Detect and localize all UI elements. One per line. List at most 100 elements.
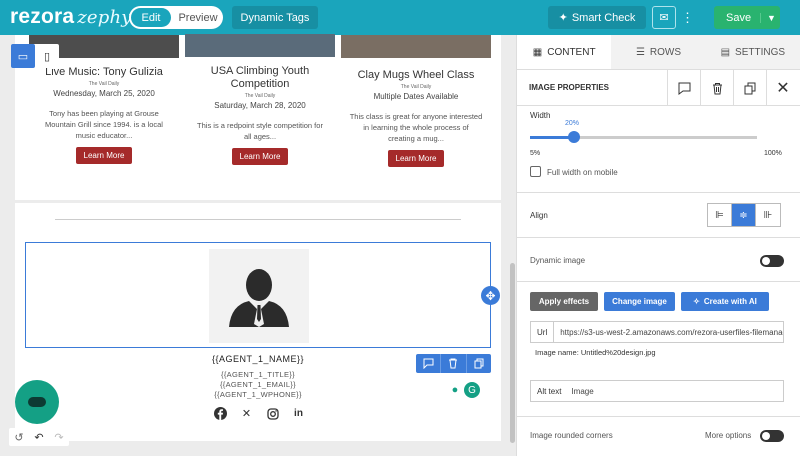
dynamic-image-label: Dynamic image	[530, 256, 586, 265]
undo-icon[interactable]: ↶	[29, 428, 49, 446]
chat-support-button[interactable]	[15, 380, 59, 424]
mail-icon[interactable]: ✉	[652, 6, 676, 29]
agent-phone: {{AGENT_1_WPHONE}}	[214, 390, 302, 399]
instagram-icon[interactable]	[266, 407, 279, 420]
desktop-icon[interactable]: ▭	[11, 44, 35, 68]
canvas-scrollbar[interactable]	[510, 263, 515, 443]
facebook-icon[interactable]	[214, 407, 227, 420]
url-label: Url	[531, 322, 555, 342]
redo-icon[interactable]: ↷	[49, 428, 69, 446]
event-title: USA Climbing Youth Competition	[210, 65, 310, 90]
history-controls: ↺ ↶ ↷	[9, 428, 69, 446]
divider	[517, 281, 800, 282]
save-button[interactable]: Save ▼	[714, 6, 780, 29]
top-bar: rezora zephyr Edit Preview Dynamic Tags ✦…	[0, 0, 800, 35]
image-name: Image name: Untitled%20design.jpg	[535, 348, 656, 357]
learn-more-button[interactable]: Learn More	[231, 148, 289, 165]
dynamic-tags-button[interactable]: Dynamic Tags	[232, 6, 318, 29]
tab-rows[interactable]: ☰ ROWS	[611, 35, 705, 69]
image-properties-header: IMAGE PROPERTIES ✕	[517, 70, 800, 106]
chevron-down-icon[interactable]: ▼	[760, 12, 776, 23]
full-width-mobile-label: Full width on mobile	[547, 168, 618, 177]
dynamic-image-toggle[interactable]	[760, 255, 784, 267]
width-slider[interactable]	[530, 136, 757, 139]
learn-more-button[interactable]: Learn More	[75, 147, 133, 164]
alt-text-label: Alt text	[537, 386, 562, 396]
event-card: Clay Mugs Wheel Class The Vail Daily Mul…	[341, 35, 491, 167]
logo: rezora zephyr	[10, 5, 140, 29]
alt-text-field[interactable]: Alt text Image	[530, 380, 784, 402]
trash-icon[interactable]	[700, 70, 733, 106]
smart-check-button[interactable]: ✦ Smart Check	[548, 6, 646, 29]
width-value: 20%	[565, 120, 580, 127]
move-icon[interactable]: ✥	[481, 286, 500, 305]
preview-button[interactable]: Preview	[173, 6, 223, 29]
history-icon[interactable]: ↺	[9, 428, 29, 446]
panel-tabs: ▦ CONTENT ☰ ROWS ▤ SETTINGS	[517, 35, 800, 70]
agent-email: {{AGENT_1_EMAIL}}	[220, 380, 296, 389]
tab-label: CONTENT	[547, 46, 596, 58]
min-label: 5%	[530, 150, 541, 157]
duplicate-icon[interactable]	[733, 70, 766, 106]
event-source: The Vail Daily	[244, 93, 276, 99]
more-options-toggle[interactable]	[760, 430, 784, 442]
selected-image-block[interactable]	[25, 242, 491, 348]
align-left-icon[interactable]: ⊫	[708, 204, 732, 226]
align-center-icon[interactable]: ≑	[732, 204, 756, 226]
change-image-button[interactable]: Change image	[604, 292, 675, 311]
event-source: The Vail Daily	[88, 81, 120, 87]
chat-bubble-icon	[28, 397, 46, 407]
sparkle-icon: ✦	[558, 12, 568, 24]
avatar-image[interactable]	[209, 249, 309, 343]
more-options-label: More options	[705, 431, 752, 440]
event-card: USA Climbing Youth Competition The Vail …	[185, 34, 335, 165]
rounded-corners-label: Image rounded corners	[530, 431, 613, 440]
mobile-icon[interactable]: ▯	[35, 44, 59, 68]
grid-icon: ▦	[532, 46, 543, 58]
agent-name: {{AGENT_1_NAME}}	[211, 354, 305, 364]
tab-content[interactable]: ▦ CONTENT	[517, 35, 612, 69]
event-description: Tony has been playing at Grouse Mountain…	[45, 109, 163, 140]
more-vertical-icon[interactable]: ⋮	[681, 7, 694, 29]
agent-row	[15, 203, 501, 441]
comment-icon[interactable]	[667, 70, 700, 106]
lightbulb-icon[interactable]: ●	[449, 383, 461, 397]
url-field[interactable]: Url https://s3-us-west-2.amazonaws.com/r…	[530, 321, 784, 343]
event-image	[185, 34, 335, 57]
divider	[517, 192, 800, 193]
person-silhouette-icon	[229, 269, 289, 327]
close-icon[interactable]: ✕	[766, 70, 799, 106]
event-description: This class is great for anyone intereste…	[349, 112, 483, 143]
agent-title: {{AGENT_1_TITLE}}	[221, 370, 295, 379]
align-buttons: ⊫ ≑ ⊪	[707, 203, 781, 227]
device-toggle: ▭ ▯	[11, 44, 59, 68]
tab-settings[interactable]: ▤ SETTINGS	[706, 35, 800, 69]
apply-effects-button[interactable]: Apply effects	[530, 292, 598, 311]
align-right-icon[interactable]: ⊪	[756, 204, 780, 226]
smart-check-label: Smart Check	[571, 11, 636, 24]
learn-more-button[interactable]: Learn More	[387, 150, 445, 167]
tab-label: ROWS	[649, 46, 682, 58]
social-links: ✕ in	[214, 407, 305, 420]
url-value[interactable]: https://s3-us-west-2.amazonaws.com/rezor…	[554, 328, 783, 337]
event-source: The Vail Daily	[400, 84, 432, 90]
slider-handle[interactable]	[568, 131, 580, 143]
save-label: Save	[726, 11, 752, 24]
align-label: Align	[530, 211, 548, 220]
divider	[517, 237, 800, 238]
magic-wand-icon: ✧	[693, 297, 700, 306]
event-description: This is a redpoint style competition for…	[197, 121, 323, 141]
full-width-mobile-checkbox[interactable]	[530, 166, 541, 177]
edit-button[interactable]: Edit	[131, 8, 171, 27]
x-twitter-icon[interactable]: ✕	[240, 407, 253, 420]
section-title: IMAGE PROPERTIES	[529, 83, 610, 92]
alt-text-value[interactable]: Image	[567, 387, 593, 396]
create-with-ai-button[interactable]: ✧ Create with AI	[681, 292, 769, 311]
event-image	[341, 35, 491, 58]
linkedin-icon[interactable]: in	[292, 407, 305, 420]
event-date: Saturday, March 28, 2020	[214, 101, 306, 110]
grammarly-icon[interactable]: G	[464, 382, 480, 398]
max-label: 100%	[764, 150, 782, 157]
properties-panel: ▦ CONTENT ☰ ROWS ▤ SETTINGS IMAGE PROPERTIE…	[516, 35, 800, 456]
width-label: Width	[530, 111, 551, 120]
